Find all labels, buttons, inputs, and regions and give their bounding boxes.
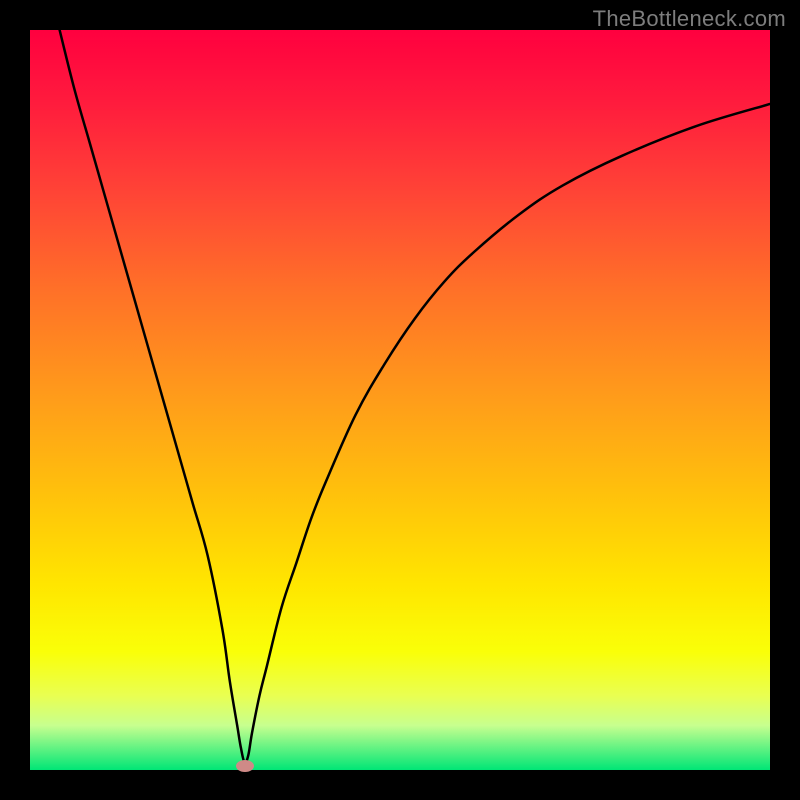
optimal-point-marker [236, 760, 254, 772]
chart-container: TheBottleneck.com [0, 0, 800, 800]
bottleneck-curve [30, 30, 770, 770]
plot-area [30, 30, 770, 770]
watermark-text: TheBottleneck.com [593, 6, 786, 32]
